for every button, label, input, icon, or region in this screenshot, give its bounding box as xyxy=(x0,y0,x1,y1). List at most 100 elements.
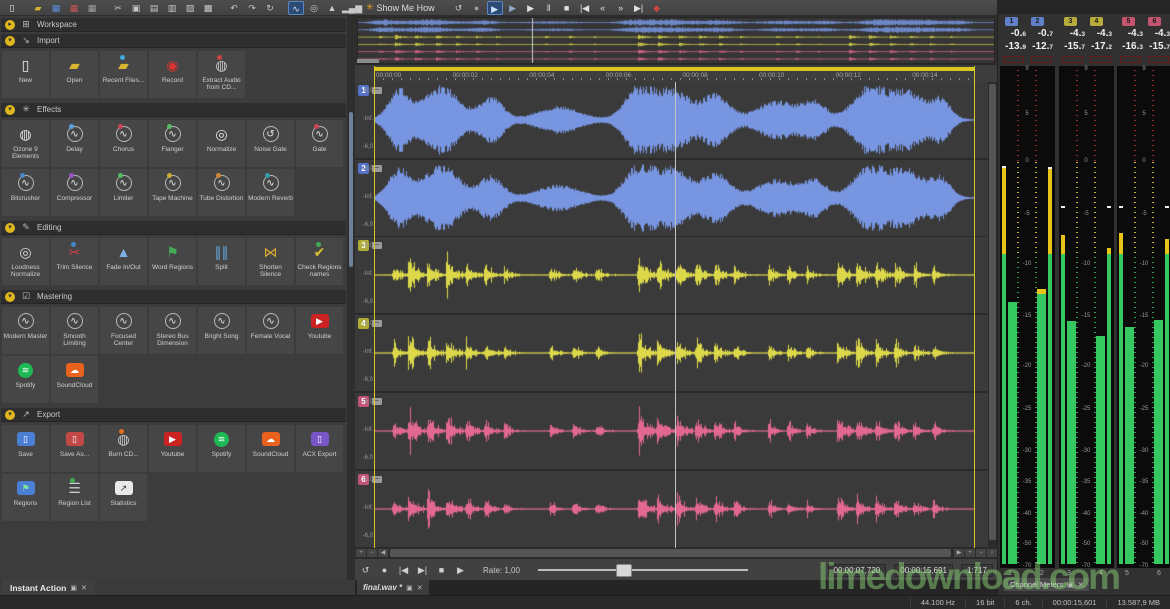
record-icon[interactable]: ● xyxy=(376,563,393,578)
vertical-scrollbar[interactable] xyxy=(988,82,997,548)
record-icon[interactable]: ● xyxy=(469,1,485,15)
save-all-icon[interactable]: ▦ xyxy=(84,1,100,15)
loop-playback-icon[interactable]: ↺ xyxy=(451,1,467,15)
sidebar-scroll-thumb[interactable] xyxy=(349,112,353,267)
section-header-editing[interactable]: ▾✎Editing xyxy=(1,221,346,235)
channel-lane-1[interactable]: 1–-6,0-Inf.-6,0 xyxy=(355,82,988,160)
tile-youtube[interactable]: ▶Youtube xyxy=(296,307,343,354)
tile-focused-center[interactable]: ∿Focused Center xyxy=(100,307,147,354)
tile-acx-export[interactable]: ▯ACX Export xyxy=(296,425,343,472)
tile-noise-gate[interactable]: ↺Noise Gate xyxy=(247,120,294,167)
chevron-down-icon[interactable]: ▾ xyxy=(5,410,15,420)
time-ruler[interactable]: 00:00:0000:00:0200:00:0400:00:0600:00:08… xyxy=(355,64,997,83)
rate-slider-handle[interactable] xyxy=(616,564,632,577)
overview-indicator[interactable] xyxy=(357,59,379,63)
section-header-workspace[interactable]: ▸⊞Workspace xyxy=(1,18,346,32)
tile-bright-song[interactable]: ∿Bright Song xyxy=(198,307,245,354)
tile-ozone-9-elements[interactable]: ◍Ozone 9 Elements xyxy=(2,120,49,167)
channel-lane-4[interactable]: 4–-6,0-Inf.-6,0 xyxy=(355,315,988,393)
show-me-how-button[interactable]: ✳Show Me How xyxy=(360,2,441,13)
stop-icon[interactable]: ■ xyxy=(559,1,575,15)
channel-lane-5[interactable]: 5–-6,0-Inf.-6,0 xyxy=(355,393,988,471)
tile-tape-machine[interactable]: ∿Tape Machine xyxy=(149,169,196,216)
crop-icon[interactable]: ▩ xyxy=(200,1,216,15)
save-as-icon[interactable]: ▦ xyxy=(66,1,82,15)
tile-gate[interactable]: ∿Gate xyxy=(296,120,343,167)
tile-open[interactable]: ▰Open xyxy=(51,51,98,98)
forward-icon[interactable]: » xyxy=(613,1,629,15)
go-to-start-icon[interactable]: |◀ xyxy=(577,1,593,15)
tile-save-as[interactable]: ▯Save As... xyxy=(51,425,98,472)
close-icon[interactable]: ✕ xyxy=(81,584,87,592)
play-clipped-icon[interactable]: ▶ xyxy=(505,1,521,15)
tile-trim-silence[interactable]: ✂Trim Silence xyxy=(51,238,98,285)
chevron-down-icon[interactable]: ▾ xyxy=(5,105,15,115)
clip-indicator-6[interactable] xyxy=(1148,56,1169,63)
undock-icon[interactable]: ▣ xyxy=(70,584,77,592)
channel-chip-3[interactable]: 3 xyxy=(1064,17,1077,26)
channel-meters-tab[interactable]: Channel Meters ▣ ✕ xyxy=(1004,578,1089,591)
hzoom-in-button[interactable]: + xyxy=(965,549,975,557)
zoom-out-button[interactable]: − xyxy=(367,549,377,557)
tile-flanger[interactable]: ∿Flanger xyxy=(149,120,196,167)
channel-lane-6[interactable]: 6–-6,0-Inf.-6,0 xyxy=(355,471,988,549)
tile-delay[interactable]: ∿Delay xyxy=(51,120,98,167)
tile-smooth-limiting[interactable]: ∿Smooth Limiting xyxy=(51,307,98,354)
selection-right-edge[interactable] xyxy=(974,66,975,548)
section-header-effects[interactable]: ▾✳Effects xyxy=(1,103,346,117)
cut-icon[interactable]: ✂ xyxy=(110,1,126,15)
playhead-cursor[interactable] xyxy=(675,82,676,548)
close-icon[interactable]: ✕ xyxy=(417,584,423,592)
paste-special-icon[interactable]: ▥ xyxy=(164,1,180,15)
tile-recent-files[interactable]: ▰Recent Files... xyxy=(100,51,147,98)
pause-icon[interactable]: ‖ xyxy=(541,1,557,15)
tile-extract-audio-from-cd[interactable]: ◍Extract Audio from CD... xyxy=(198,51,245,98)
waveform-editor-icon[interactable]: ∿ xyxy=(288,1,304,15)
clip-indicator-5[interactable] xyxy=(1120,56,1141,63)
scroll-left-button[interactable]: ◀ xyxy=(378,549,388,557)
zoom-fit-button[interactable]: ▫ xyxy=(987,549,997,557)
redo-icon[interactable]: ↷ xyxy=(244,1,260,15)
tile-region-list[interactable]: ☰Region List xyxy=(51,474,98,521)
document-tab[interactable]: final.wav * ▣ ✕ xyxy=(357,580,429,595)
pin-icon[interactable]: ▣ xyxy=(406,584,413,592)
selection-bar[interactable] xyxy=(374,67,975,71)
tile-limiter[interactable]: ∿Limiter xyxy=(100,169,147,216)
vertical-scroll-thumb[interactable] xyxy=(989,84,996,540)
scroll-right-button[interactable]: ▶ xyxy=(954,549,964,557)
copy-icon[interactable]: ▣ xyxy=(128,1,144,15)
tile-spotify[interactable]: ≋Spotify xyxy=(2,356,49,403)
tile-regions[interactable]: ⚑Regions xyxy=(2,474,49,521)
horizontal-scroll-thumb[interactable] xyxy=(390,549,951,557)
clip-indicator-4[interactable] xyxy=(1090,56,1111,63)
chevron-down-icon[interactable]: ▾ xyxy=(5,223,15,233)
channel-lane-2[interactable]: 2–-6,0-Inf.-6,0 xyxy=(355,160,988,238)
tile-burn-cd[interactable]: ◍Burn CD... xyxy=(100,425,147,472)
zoom-tool-icon[interactable]: ◎ xyxy=(306,1,322,15)
go-to-end-icon[interactable]: ▶| xyxy=(414,563,431,578)
overview-strip[interactable] xyxy=(357,17,995,64)
rate-slider[interactable] xyxy=(538,569,748,571)
tile-save[interactable]: ▯Save xyxy=(2,425,49,472)
sidebar-scrollbar[interactable] xyxy=(347,16,355,580)
close-icon[interactable]: ✕ xyxy=(1078,581,1084,589)
zoom-in-button[interactable]: + xyxy=(356,549,366,557)
tile-soundcloud[interactable]: ☁SoundCloud xyxy=(51,356,98,403)
tile-modern-master[interactable]: ∿Modern Master xyxy=(2,307,49,354)
save-icon[interactable]: ▦ xyxy=(48,1,64,15)
channel-chip-2[interactable]: 2 xyxy=(1031,17,1044,26)
tile-tube-distortion[interactable]: ∿Tube Distortion xyxy=(198,169,245,216)
rewind-icon[interactable]: « xyxy=(595,1,611,15)
tile-split[interactable]: ∥∥Split xyxy=(198,238,245,285)
tile-loudness-normalize[interactable]: ◎Loudness Normalize xyxy=(2,238,49,285)
mix-icon[interactable]: ▧ xyxy=(182,1,198,15)
channel-chip-5[interactable]: 5 xyxy=(1122,17,1135,26)
event-tool-icon[interactable]: ▲ xyxy=(324,1,340,15)
tile-record[interactable]: ◉Record xyxy=(149,51,196,98)
undock-icon[interactable]: ▣ xyxy=(1067,581,1074,589)
tile-check-regions-names[interactable]: ✔Check Regions names xyxy=(296,238,343,285)
clip-indicator-2[interactable] xyxy=(1031,56,1052,63)
chevron-down-icon[interactable]: ▾ xyxy=(5,292,15,302)
section-header-import[interactable]: ▾↘Import xyxy=(1,34,346,48)
channel-chip-4[interactable]: 4 xyxy=(1090,17,1103,26)
